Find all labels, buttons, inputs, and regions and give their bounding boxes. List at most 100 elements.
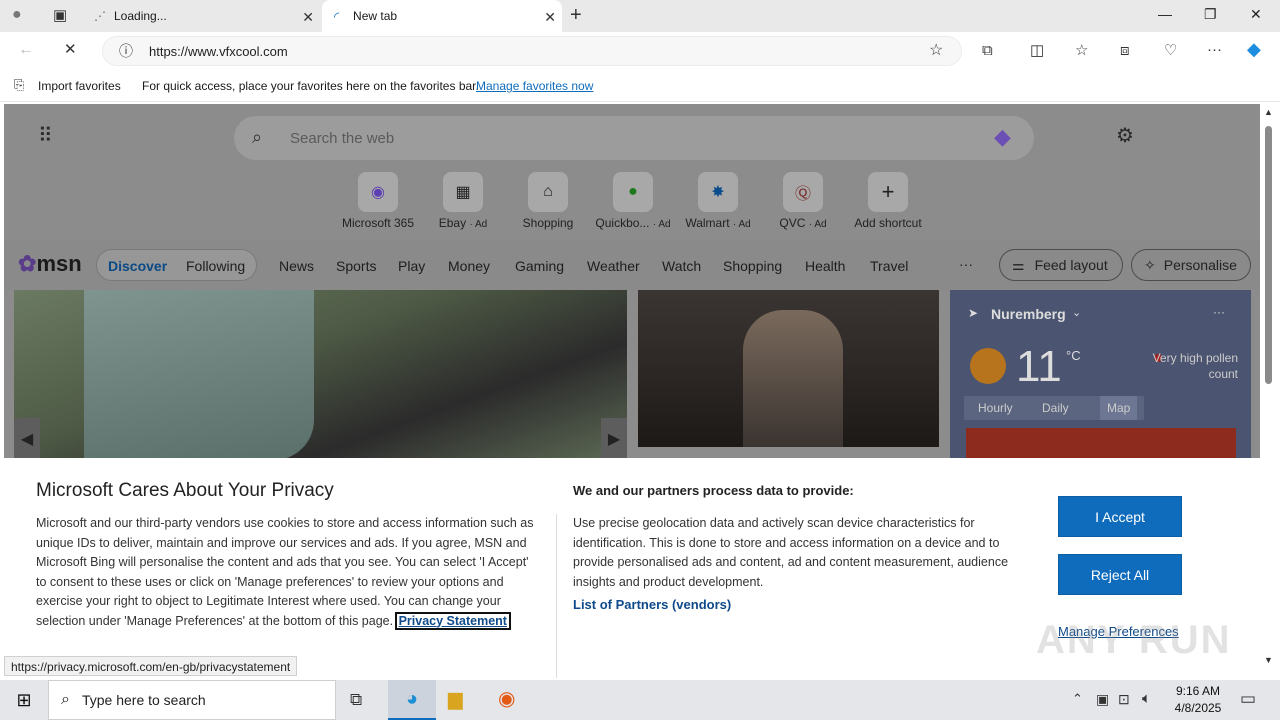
search-input[interactable]: Search the web: [290, 130, 394, 147]
search-icon: ⌕: [252, 127, 263, 147]
stop-loading-icon[interactable]: ✕: [64, 42, 77, 57]
windows-logo-icon: ⊞: [16, 689, 32, 710]
apps-grid-icon[interactable]: ⠿: [38, 126, 53, 146]
shortcut-shopping[interactable]: ⌂ Shopping: [508, 172, 588, 230]
privacy-statement-link[interactable]: Privacy Statement: [394, 611, 511, 630]
scroll-up-icon[interactable]: ▲: [1264, 108, 1273, 117]
more-tabs-button[interactable]: ···: [959, 256, 973, 272]
location-arrow-icon: ➤: [968, 306, 979, 320]
favorite-star-icon[interactable]: ☆: [929, 43, 943, 59]
tab-money[interactable]: Money: [448, 258, 490, 274]
chevron-down-icon[interactable]: ⌄: [1072, 308, 1081, 319]
copilot-icon[interactable]: ◆: [994, 126, 1011, 148]
pollen-alert[interactable]: Very high pollen count: [1152, 350, 1238, 382]
privacy-divider: [556, 514, 557, 678]
search-box[interactable]: ⌕ Search the web ◆: [234, 116, 1034, 160]
extensions-icon[interactable]: ⧉: [982, 43, 993, 58]
copilot-icon[interactable]: ◆: [1247, 40, 1261, 58]
tab-news[interactable]: News: [279, 258, 314, 274]
edge-icon: ◕: [405, 687, 419, 710]
chevron-up-icon[interactable]: ⌃: [1072, 692, 1083, 705]
carousel-next-button[interactable]: ▶: [601, 418, 627, 460]
taskbar-time[interactable]: 9:16 AM: [1172, 684, 1224, 698]
shortcut-quickbooks[interactable]: ● Quickbo... · Ad: [593, 172, 673, 230]
collections-icon[interactable]: ⧈: [1120, 43, 1130, 58]
scroll-thumb[interactable]: [1265, 126, 1272, 384]
loading-spinner-icon: ◜: [334, 8, 340, 24]
quickbooks-icon: ●: [613, 172, 653, 212]
minimize-button[interactable]: —: [1158, 6, 1172, 22]
tab-gaming[interactable]: Gaming: [515, 258, 564, 274]
tab-shopping[interactable]: Shopping: [723, 258, 782, 274]
reject-all-button[interactable]: Reject All: [1058, 554, 1182, 595]
notifications-icon[interactable]: ▭: [1240, 690, 1256, 707]
weather-more-icon[interactable]: ···: [1213, 306, 1225, 318]
hero-image: [84, 290, 314, 460]
tab-watch[interactable]: Watch: [662, 258, 701, 274]
import-favorites-button[interactable]: Import favorites: [38, 79, 121, 93]
close-tab-icon[interactable]: ✕: [302, 9, 314, 26]
privacy-title: Microsoft Cares About Your Privacy: [36, 480, 334, 501]
weather-tabs: Hourly Daily Map: [964, 396, 1144, 420]
weather-card[interactable]: ➤ Nuremberg ⌄ ··· 11 °C Very high pollen…: [950, 290, 1251, 460]
accept-button[interactable]: I Accept: [1058, 496, 1182, 537]
task-view-icon[interactable]: ⧉: [350, 691, 362, 708]
video-card[interactable]: [638, 290, 939, 447]
network-icon[interactable]: ⊡: [1118, 692, 1130, 706]
shortcut-ebay[interactable]: ▦ Ebay · Ad: [423, 172, 503, 230]
edge-taskbar-button[interactable]: ◕: [388, 680, 436, 720]
carousel-prev-button[interactable]: ◀: [14, 418, 40, 460]
tab-health[interactable]: Health: [805, 258, 845, 274]
tab-sports[interactable]: Sports: [336, 258, 376, 274]
start-button[interactable]: ⊞: [0, 680, 48, 720]
back-icon[interactable]: ←: [18, 42, 34, 58]
manage-favorites-link[interactable]: Manage favorites now: [476, 79, 593, 93]
tab-map[interactable]: Map: [1100, 396, 1138, 420]
shortcut-microsoft-365[interactable]: ◉ Microsoft 365: [338, 172, 418, 230]
tab-travel[interactable]: Travel: [870, 258, 908, 274]
tab-discover[interactable]: Discover: [108, 258, 167, 274]
device-icon[interactable]: ▣: [1096, 692, 1109, 706]
more-menu-icon[interactable]: ···: [1207, 42, 1222, 57]
split-screen-icon[interactable]: ◫: [1030, 43, 1044, 58]
close-window-button[interactable]: ✕: [1250, 6, 1262, 23]
taskbar-date[interactable]: 4/8/2025: [1170, 701, 1226, 715]
tab-following[interactable]: Following: [186, 258, 245, 274]
scroll-down-icon[interactable]: ▼: [1264, 656, 1273, 665]
msn-logo[interactable]: ✿msn: [18, 251, 82, 277]
tab-loading[interactable]: ⋰ Loading... ✕: [84, 0, 320, 32]
page-scrollbar[interactable]: ▲ ▼: [1262, 104, 1276, 678]
settings-gear-icon[interactable]: ⚙: [1116, 126, 1134, 146]
weather-location[interactable]: Nuremberg: [991, 306, 1066, 322]
restore-button[interactable]: ❐: [1204, 6, 1217, 23]
weather-map[interactable]: [966, 428, 1236, 460]
tab-hourly[interactable]: Hourly: [978, 401, 1013, 415]
profile-icon[interactable]: ●: [12, 7, 22, 23]
taskbar-search[interactable]: ⌕ Type here to search: [48, 680, 336, 720]
tab-daily[interactable]: Daily: [1042, 401, 1069, 415]
site-info-icon[interactable]: ⓘ: [119, 44, 133, 58]
personalise-button[interactable]: ✧ Personalise: [1131, 249, 1251, 281]
new-tab-button[interactable]: +: [570, 5, 582, 25]
close-tab-icon[interactable]: ✕: [544, 9, 556, 26]
volume-icon[interactable]: 🔈︎: [1142, 691, 1151, 706]
feed-layout-button[interactable]: ⚌ Feed layout: [999, 249, 1123, 281]
add-shortcut-button[interactable]: + Add shortcut: [848, 172, 928, 230]
tab-actions-icon[interactable]: ▣: [53, 8, 67, 23]
partners-title: We and our partners process data to prov…: [573, 483, 854, 498]
tab-new-tab[interactable]: ◜ New tab ✕: [322, 0, 562, 32]
tab-weather[interactable]: Weather: [587, 258, 640, 274]
favorites-icon[interactable]: ☆: [1075, 43, 1088, 58]
firefox-icon[interactable]: ◉: [498, 689, 515, 709]
hero-carousel-card[interactable]: ◀ ▶: [14, 290, 627, 460]
qvc-icon: Ⓠ: [783, 172, 823, 212]
tab-play[interactable]: Play: [398, 258, 425, 274]
browser-essentials-icon[interactable]: ♡: [1164, 43, 1177, 58]
address-bar[interactable]: ⓘ https://www.vfxcool.com ☆: [102, 36, 962, 66]
shortcut-walmart[interactable]: ✸ Walmart · Ad: [678, 172, 758, 230]
privacy-body: Microsoft and our third-party vendors us…: [36, 516, 534, 630]
file-explorer-icon[interactable]: ▆: [448, 690, 463, 709]
shortcut-qvc[interactable]: Ⓠ QVC · Ad: [763, 172, 843, 230]
ebay-icon: ▦: [443, 172, 483, 212]
list-of-partners-link[interactable]: List of Partners (vendors): [573, 597, 731, 612]
